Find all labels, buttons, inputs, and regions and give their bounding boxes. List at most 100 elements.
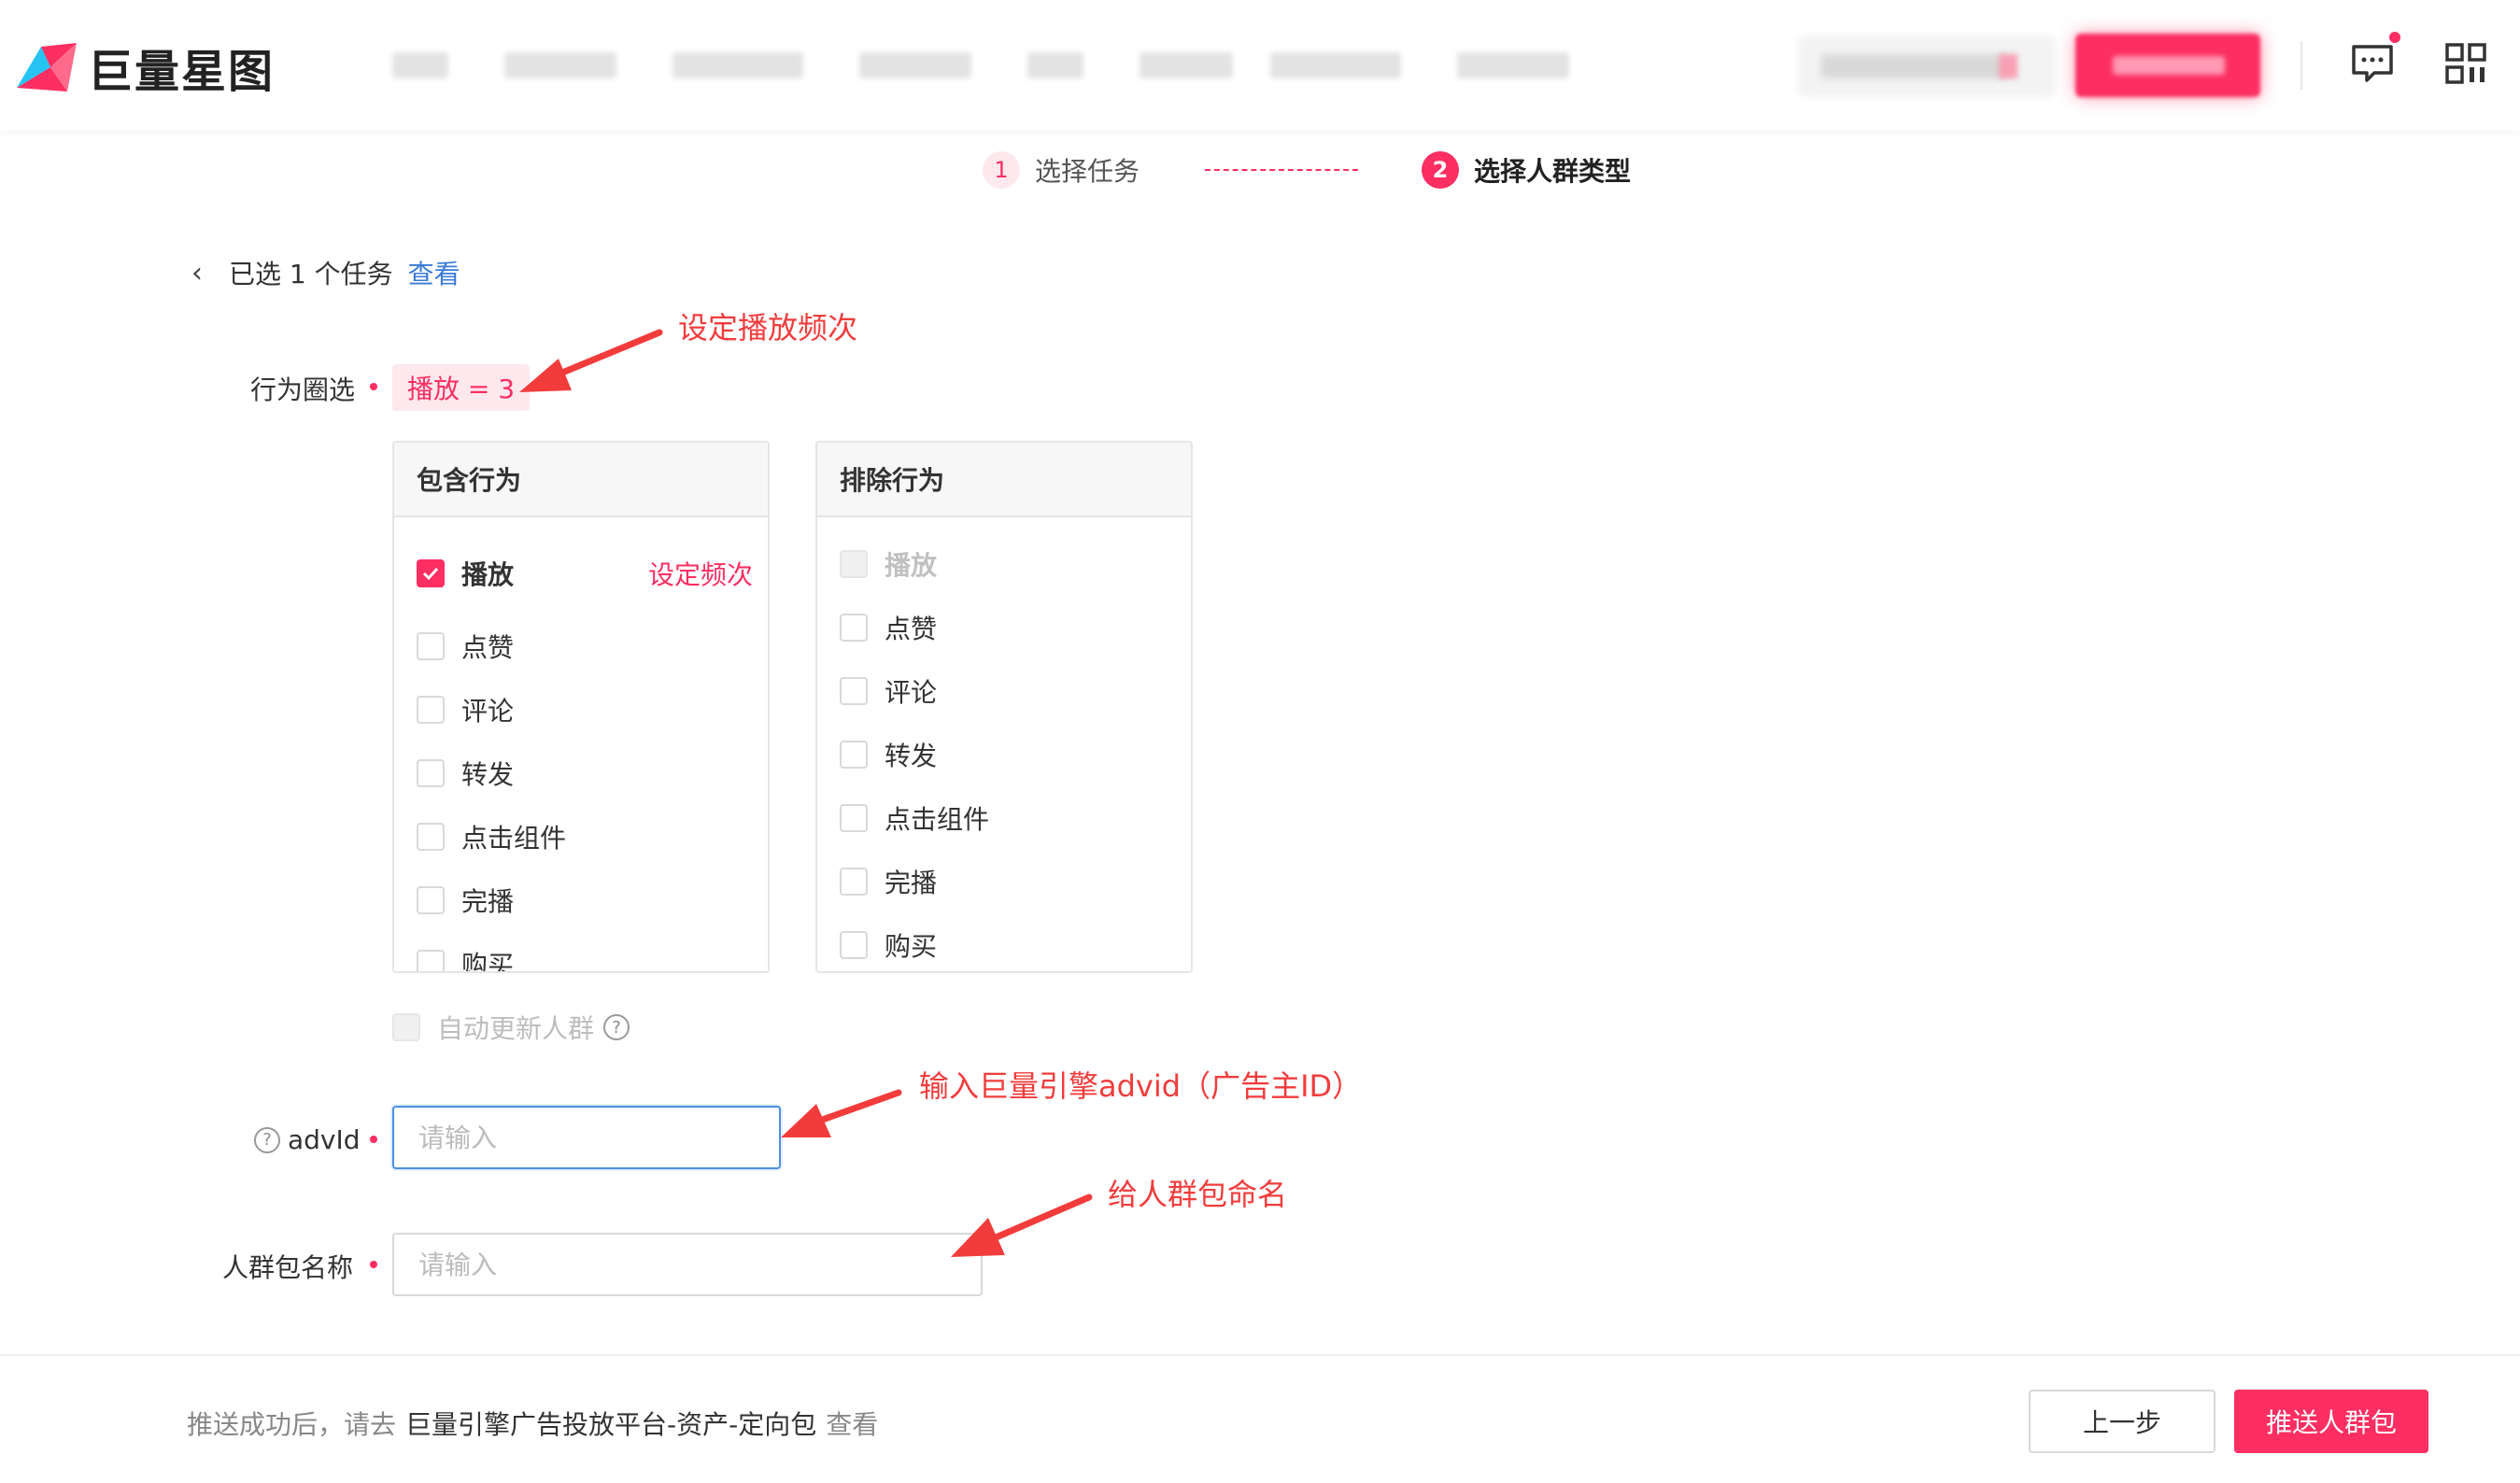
- annotation-crowd-name: 给人群包命名: [1108, 1177, 1288, 1212]
- nav-item-blurred[interactable]: [1027, 52, 1083, 78]
- step-number: 2: [1422, 151, 1459, 189]
- include-option-purchase[interactable]: 购买: [417, 945, 515, 973]
- tip-path: 巨量引擎广告投放平台-资产-定向包: [405, 1409, 817, 1440]
- logo[interactable]: 巨量星图: [13, 34, 275, 101]
- checkbox[interactable]: [417, 759, 445, 787]
- advid-label-row: ? advId: [254, 1124, 361, 1155]
- step-number: 1: [983, 151, 1020, 189]
- exclude-option-like[interactable]: 点赞: [840, 609, 937, 646]
- option-label: 点赞: [461, 632, 515, 663]
- checkbox[interactable]: [417, 696, 445, 724]
- option-label: 评论: [461, 696, 515, 727]
- behavior-label: 行为圈选: [250, 374, 356, 405]
- step-2: 2 选择人群类型: [1422, 151, 1631, 189]
- step-1: 1 选择任务: [983, 151, 1140, 189]
- include-option-comment[interactable]: 评论: [417, 691, 514, 728]
- panel-title: 排除行为: [817, 443, 1191, 517]
- account-badge-blurred: [1999, 54, 2017, 78]
- checkbox[interactable]: [840, 741, 868, 769]
- option-label: 点赞: [885, 614, 938, 644]
- include-option-play[interactable]: 播放 设定频次: [417, 555, 753, 592]
- message-unread-dot: [2389, 32, 2400, 43]
- checkbox[interactable]: [840, 868, 868, 896]
- advid-label: advId: [288, 1124, 361, 1155]
- include-behavior-panel: 包含行为 播放 设定频次 点赞 评论 转发 点击组件 完播 购买: [392, 441, 770, 973]
- previous-step-button[interactable]: 上一步: [2029, 1390, 2216, 1453]
- option-label: 购买: [461, 950, 515, 973]
- footer-tip: 推送成功后，请去 巨量引擎广告投放平台-资产-定向包 查看: [187, 1405, 878, 1442]
- option-label: 点击组件: [885, 804, 990, 835]
- checkbox: [840, 550, 868, 578]
- include-option-click-component[interactable]: 点击组件: [417, 818, 566, 855]
- option-label: 完播: [885, 868, 938, 898]
- option-label: 完播: [461, 886, 515, 917]
- help-icon[interactable]: ?: [603, 1014, 630, 1040]
- checkbox[interactable]: [417, 559, 445, 587]
- checkbox[interactable]: [417, 950, 445, 971]
- nav-item-blurred[interactable]: [1270, 52, 1401, 78]
- checkbox[interactable]: [417, 632, 445, 660]
- option-label: 评论: [885, 677, 938, 708]
- logo-text: 巨量星图: [88, 46, 276, 98]
- tip-prefix: 推送成功后，请去: [187, 1409, 397, 1440]
- exclude-option-click-component[interactable]: 点击组件: [840, 799, 989, 837]
- nav-item-blurred[interactable]: [392, 52, 448, 78]
- required-marker: [370, 383, 377, 390]
- view-tasks-link[interactable]: 查看: [408, 254, 460, 291]
- exclude-option-share[interactable]: 转发: [840, 736, 937, 773]
- checkbox-check-icon: [422, 567, 439, 581]
- include-option-complete-play[interactable]: 完播: [417, 882, 514, 919]
- push-crowd-button[interactable]: 推送人群包: [2234, 1390, 2428, 1453]
- auto-update-label: 自动更新人群: [437, 1013, 595, 1044]
- checkbox[interactable]: [417, 886, 445, 914]
- checkbox[interactable]: [840, 614, 868, 642]
- checkbox[interactable]: [840, 931, 868, 959]
- exclude-option-purchase[interactable]: 购买: [840, 926, 937, 964]
- crowd-name-label: 人群包名称: [222, 1252, 354, 1283]
- exclude-behavior-panel: 排除行为 播放 点赞 评论 转发 点击组件 完播 购买: [815, 441, 1193, 973]
- page-root: 巨量星图 1 选择任务 2 选择人群类型 ‹ 已选 1 个任务 查看 行为圈选 …: [0, 0, 2520, 1483]
- required-marker: [370, 1136, 377, 1143]
- exclude-option-complete-play[interactable]: 完播: [840, 863, 937, 900]
- auto-update-row: 自动更新人群 ?: [392, 1009, 630, 1046]
- top-header: 巨量星图: [0, 0, 2520, 131]
- option-label: 播放: [885, 550, 938, 581]
- header-cta-label-blurred: [2113, 56, 2225, 75]
- behavior-tag[interactable]: 播放 = 3: [392, 364, 531, 411]
- option-label: 播放: [461, 559, 515, 590]
- nav-item-blurred[interactable]: [504, 52, 616, 78]
- checkbox[interactable]: [840, 804, 868, 832]
- step-label: 选择人群类型: [1474, 156, 1632, 187]
- help-icon[interactable]: ?: [254, 1126, 280, 1153]
- annotation-arrows: [519, 329, 1093, 1257]
- checkbox[interactable]: [417, 823, 445, 851]
- step-label: 选择任务: [1035, 156, 1140, 187]
- exclude-option-play: 播放: [840, 545, 937, 583]
- account-name-blurred: [1821, 54, 2008, 78]
- set-frequency-link[interactable]: 设定频次: [648, 555, 753, 592]
- include-option-like[interactable]: 点赞: [417, 628, 514, 665]
- tip-view-link[interactable]: 查看: [826, 1405, 878, 1442]
- nav-item-blurred[interactable]: [859, 52, 971, 78]
- crowd-name-input[interactable]: [392, 1233, 983, 1296]
- checkbox[interactable]: [840, 677, 868, 705]
- message-button[interactable]: [2346, 37, 2399, 90]
- option-label: 点击组件: [461, 823, 567, 854]
- nav-item-blurred[interactable]: [672, 52, 803, 78]
- arrow-to-tag: [519, 329, 663, 392]
- message-icon: [2352, 45, 2393, 82]
- option-label: 转发: [461, 759, 515, 790]
- exclude-option-comment[interactable]: 评论: [840, 672, 937, 710]
- qr-code-button[interactable]: [2440, 37, 2492, 90]
- option-label: 转发: [885, 741, 938, 771]
- qr-code-icon: [2445, 43, 2486, 84]
- nav-item-blurred[interactable]: [1457, 52, 1569, 78]
- advid-input[interactable]: [392, 1106, 781, 1169]
- auto-update-checkbox: [392, 1013, 420, 1041]
- logo-mark-icon: [17, 43, 77, 92]
- annotation-advid: 输入巨量引擎advid（广告主ID）: [919, 1068, 1363, 1104]
- arrow-to-advid: [781, 1089, 902, 1137]
- include-option-share[interactable]: 转发: [417, 755, 514, 792]
- nav-item-blurred[interactable]: [1140, 52, 1233, 78]
- back-arrow-icon[interactable]: ‹: [191, 257, 203, 290]
